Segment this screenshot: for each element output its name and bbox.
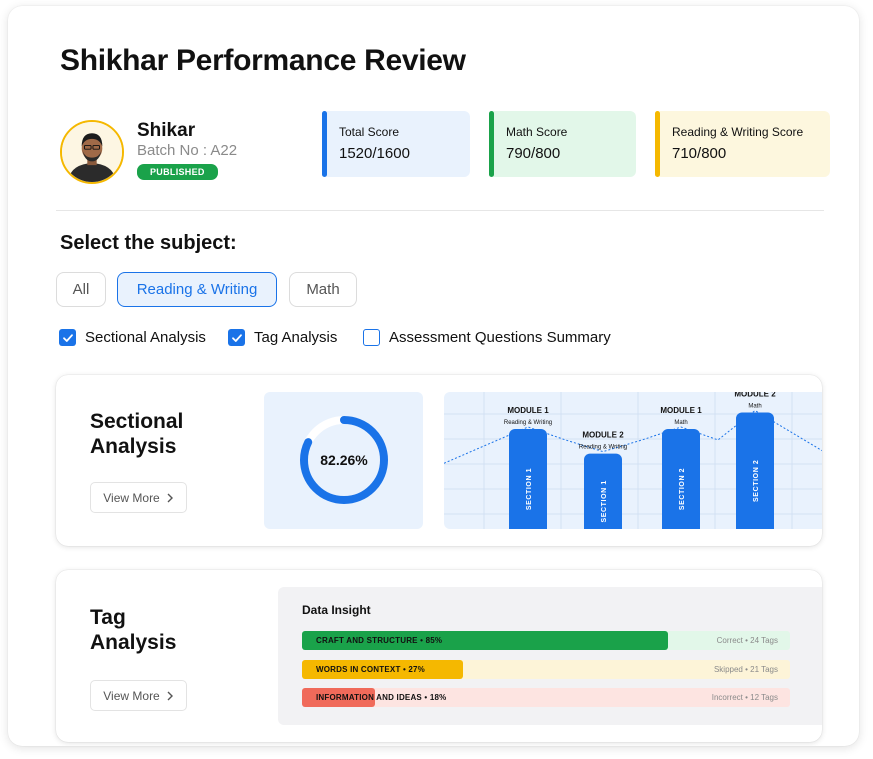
bars-svg: MODULE 1Reading & WritingSECTION 1MODULE… [444,392,822,529]
module-title: MODULE 1 [660,406,702,415]
filter-label: Assessment Questions Summary [389,329,611,346]
avatar-image [62,122,122,182]
tag-label: WORDS IN CONTEXT • 27% [316,665,425,674]
tag-meta: Skipped • 21 Tags [713,665,778,674]
total-score-card: Total Score 1520/1600 [322,111,470,177]
checkbox-unchecked[interactable] [363,329,380,346]
module-bar: MODULE 1 Math SECTION 2 [660,406,702,529]
check-icon [231,333,242,342]
donut-svg: 82.26% [300,416,388,504]
tag-row: CRAFT AND STRUCTURE • 85% Correct • 24 Ta… [302,631,790,650]
filter-tag-analysis[interactable]: Tag Analysis [228,329,337,346]
score-donut-chart: 82.26% [264,392,423,529]
tag-analysis-panel: Tag Analysis View More Data Insight CRAF… [56,570,822,742]
insight-title: Data Insight [302,603,371,617]
score-value: 790/800 [506,145,561,162]
score-label: Math Score [506,125,568,139]
module-subject: Reading & Writing [579,445,627,451]
heading-line: Analysis [90,435,177,458]
module-title: MODULE 2 [734,392,776,399]
tag-row: INFORMATION AND IDEAS • 18% Incorrect • 1… [302,688,790,707]
check-icon [62,333,73,342]
checkbox-checked[interactable] [59,329,76,346]
view-more-button[interactable]: View More [90,680,187,711]
avatar [60,120,124,184]
tag-meta: Incorrect • 12 Tags [711,693,778,702]
filter-label: Sectional Analysis [85,329,206,346]
sectional-analysis-panel: Sectional Analysis View More 82.26% MODU… [56,375,822,546]
section-label: SECTION 1 [526,468,533,510]
module-title: MODULE 1 [507,406,549,415]
subject-option-math[interactable]: Math [289,272,357,307]
view-more-button[interactable]: View More [90,482,187,513]
score-label: Total Score [339,125,400,139]
module-bar: MODULE 2 Math SECTION 2 [734,392,776,529]
data-insight-box: Data Insight CRAFT AND STRUCTURE • 85% Co… [278,587,822,725]
chevron-right-icon [167,493,173,502]
filter-label: Tag Analysis [254,329,338,346]
page-title: Shikhar Performance Review [60,44,466,77]
module-bars-chart: MODULE 1 Reading & Writing SECTION 1 MODULE… [444,392,822,529]
panel-heading: Sectional Analysis [90,409,230,459]
tag-label: INFORMATION AND IDEAS • 18% [316,693,447,702]
panel-heading: Tag Analysis [90,605,230,655]
module-title: MODULE 2 [582,431,624,440]
subject-option-reading-writing[interactable]: Reading & Writing [117,272,277,307]
module-subject: Math [748,404,761,410]
status-badge: PUBLISHED [137,164,218,180]
batch-number: Batch No : A22 [137,142,238,159]
checkbox-checked[interactable] [228,329,245,346]
reading-writing-score-card: Reading & Writing Score 710/800 [655,111,830,177]
score-label: Reading & Writing Score [672,125,804,139]
donut-percent-label: 82.26% [320,452,368,468]
module-subject: Reading & Writing [504,420,552,426]
module-bar: MODULE 2 Reading & Writing SECTION 1 [579,431,627,529]
filter-sectional-analysis[interactable]: Sectional Analysis [59,329,206,346]
heading-line: Tag [90,606,126,629]
view-more-label: View More [103,688,160,703]
subject-select-title: Select the subject: [60,232,237,254]
chevron-right-icon [167,691,173,700]
score-value: 710/800 [672,145,727,162]
section-label: SECTION 2 [679,468,686,510]
subject-option-all[interactable]: All [56,272,106,307]
module-bar: MODULE 1 Reading & Writing SECTION 1 [504,406,552,529]
performance-review-card: Shikhar Performance Review Shikar Batch … [8,6,859,746]
tag-meta: Correct • 24 Tags [716,636,778,645]
module-subject: Math [674,420,687,426]
tag-row: WORDS IN CONTEXT • 27% Skipped • 21 Tags [302,660,790,679]
tag-label: CRAFT AND STRUCTURE • 85% [316,636,443,645]
section-label: SECTION 1 [601,480,608,522]
heading-line: Sectional [90,410,184,433]
score-value: 1520/1600 [339,145,410,162]
math-score-card: Math Score 790/800 [489,111,636,177]
heading-line: Analysis [90,631,177,654]
divider [56,210,824,211]
filter-assessment-questions-summary[interactable]: Assessment Questions Summary [363,329,611,346]
section-label: SECTION 2 [753,460,760,502]
student-name: Shikar [137,120,196,141]
view-more-label: View More [103,490,160,505]
